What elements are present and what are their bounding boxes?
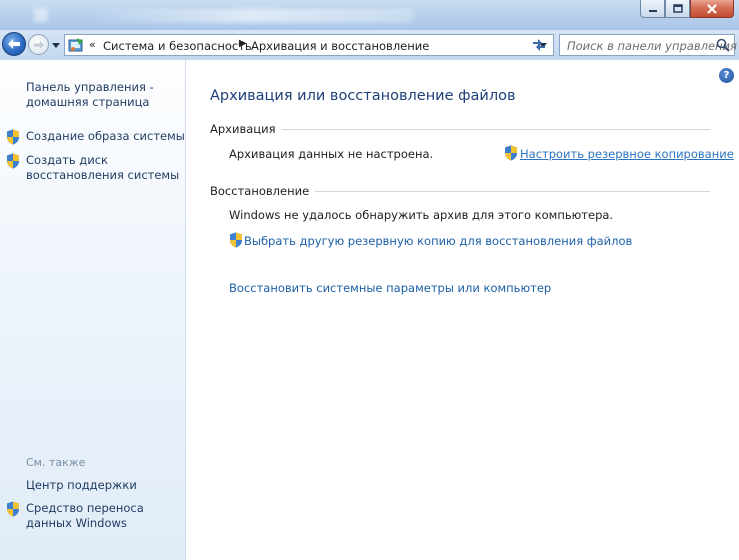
close-icon (707, 3, 717, 14)
sidebar-item-create-system-image[interactable]: Создание образа системы (26, 129, 185, 144)
control-panel-icon (68, 38, 83, 52)
sidebar-item-action-center[interactable]: Центр поддержки (26, 478, 137, 493)
refresh-button[interactable] (526, 35, 552, 55)
minimize-button[interactable] (640, 0, 665, 18)
blurred-window-icon (34, 8, 48, 22)
restore-status-text: Windows не удалось обнаружить архив для … (229, 208, 614, 222)
recent-pages-dropdown[interactable] (51, 39, 61, 51)
blurred-window-title (84, 9, 414, 23)
back-arrow-icon (8, 39, 20, 49)
minimize-icon (648, 9, 657, 12)
search-box[interactable]: Поиск в панели управления (559, 34, 737, 56)
address-overflow-chevron[interactable]: « (89, 38, 96, 51)
restore-system-settings-link[interactable]: Восстановить системные параметры или ком… (229, 281, 551, 295)
setup-backup-link[interactable]: Настроить резервное копирование (520, 147, 734, 161)
refresh-icon (533, 39, 545, 51)
search-input[interactable]: Поиск в панели управления (567, 39, 737, 53)
help-button[interactable]: ? (719, 68, 734, 83)
title-bar (0, 0, 739, 30)
breadcrumb-system-security[interactable]: Система и безопасность (103, 39, 252, 53)
maximize-button[interactable] (665, 0, 690, 18)
maximize-icon (672, 4, 683, 13)
shield-icon (7, 129, 19, 145)
restore-section-heading: Восстановление (210, 184, 316, 198)
choose-other-backup-link[interactable]: Выбрать другую резервную копию для восст… (244, 234, 632, 248)
sidebar-item-create-recovery-disc[interactable]: Создать диск восстановления системы (26, 153, 184, 183)
main-content: ? Архивация или восстановление файлов Ар… (187, 60, 739, 560)
shield-icon (7, 501, 19, 517)
sidebar-home-link[interactable]: Панель управления - домашняя страница (26, 80, 176, 110)
navigation-bar: « Система и безопасность ▶ Архивация и в… (0, 30, 739, 60)
backup-status-text: Архивация данных не настроена. (229, 147, 434, 161)
window: « Система и безопасность ▶ Архивация и в… (0, 0, 739, 560)
see-also-heading: См. также (26, 456, 86, 469)
address-bar[interactable]: « Система и безопасность ▶ Архивация и в… (64, 34, 554, 56)
shield-icon (230, 232, 242, 248)
search-icon[interactable] (716, 38, 730, 52)
breadcrumb-separator-icon[interactable]: ▶ (239, 38, 247, 49)
section-divider (210, 129, 710, 130)
caption-buttons (640, 0, 734, 18)
sidebar: Панель управления - домашняя страница Со… (0, 60, 186, 560)
chevron-down-icon (52, 42, 60, 48)
sidebar-item-easy-transfer[interactable]: Средство переноса данных Windows (26, 501, 176, 531)
shield-icon (7, 153, 19, 169)
breadcrumb-backup-restore[interactable]: Архивация и восстановление (251, 39, 429, 53)
shield-icon (505, 145, 517, 161)
forward-arrow-icon (33, 40, 44, 49)
page-title: Архивация или восстановление файлов (210, 88, 516, 104)
close-button[interactable] (690, 0, 734, 18)
back-button[interactable] (2, 32, 26, 56)
backup-section-heading: Архивация (210, 122, 282, 136)
forward-button[interactable] (28, 34, 49, 55)
